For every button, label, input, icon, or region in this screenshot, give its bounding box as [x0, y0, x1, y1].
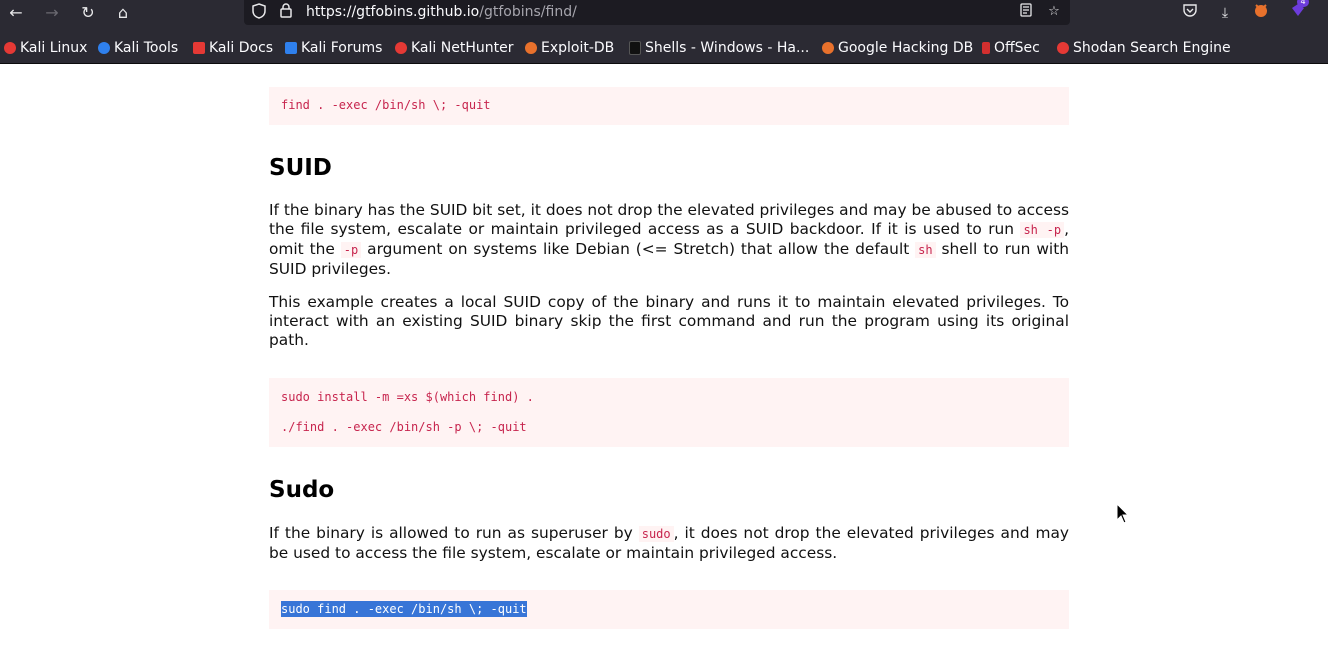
inline-code: sh -p	[1020, 222, 1065, 238]
kali-linux-icon	[4, 42, 16, 54]
shield-icon[interactable]	[250, 3, 268, 21]
kali-nethunter-icon	[395, 42, 407, 54]
bookmark-label: Kali NetHunter	[411, 40, 514, 56]
code-block-suid: sudo install -m =xs $(which find) . ./fi…	[269, 378, 1069, 447]
reload-icon[interactable]: ↻	[77, 2, 99, 24]
bookmark-star-icon[interactable]: ☆	[1045, 3, 1063, 21]
extension-fox-icon[interactable]	[1250, 2, 1272, 24]
bookmarks-bar: Kali Linux Kali Tools Kali Docs Kali For…	[0, 25, 1328, 64]
suid-paragraph-2: This example creates a local SUID copy o…	[269, 293, 1069, 349]
bookmark-label: Kali Linux	[20, 40, 88, 56]
kali-tools-icon	[98, 42, 110, 54]
bookmark-kali-docs[interactable]: Kali Docs	[193, 39, 273, 57]
suid-paragraph-1: If the binary has the SUID bit set, it d…	[269, 201, 1069, 279]
home-icon[interactable]: ⌂	[112, 2, 134, 24]
bookmark-label: OffSec	[994, 40, 1040, 56]
bookmark-kali-tools[interactable]: Kali Tools	[98, 39, 178, 57]
exploit-db-icon	[525, 42, 537, 54]
shodan-icon	[1057, 42, 1069, 54]
inline-code: sh	[915, 242, 936, 258]
pocket-icon[interactable]	[1179, 2, 1201, 24]
bookmark-kali-forums[interactable]: Kali Forums	[285, 39, 382, 57]
google-hacking-db-icon	[822, 42, 834, 54]
bookmark-kali-linux[interactable]: Kali Linux	[4, 39, 87, 57]
bookmark-label: Shodan Search Engine	[1073, 40, 1231, 56]
section-heading-suid: SUID	[269, 155, 332, 181]
bookmark-label: Kali Forums	[301, 40, 383, 56]
bookmark-kali-nethunter[interactable]: Kali NetHunter	[395, 39, 513, 57]
url-text[interactable]: https://gtfobins.github.io/gtfobins/find…	[306, 3, 577, 21]
sudo-paragraph: If the binary is allowed to run as super…	[269, 524, 1069, 563]
back-arrow-icon[interactable]: ←	[5, 2, 27, 24]
shells-windows-icon	[629, 41, 641, 55]
kali-forums-icon	[285, 42, 297, 54]
bookmark-label: Kali Tools	[114, 40, 179, 56]
url-path: /gtfobins/find/	[479, 4, 577, 20]
bookmark-shells-windows[interactable]: Shells - Windows - Ha...	[629, 39, 809, 57]
text: If the binary has the SUID bit set, it d…	[269, 201, 1069, 238]
section-heading-sudo: Sudo	[269, 477, 335, 503]
bookmark-google-hacking-db[interactable]: Google Hacking DB	[822, 39, 973, 57]
code-block-shell: find . -exec /bin/sh \; -quit	[269, 87, 1069, 125]
offsec-icon	[982, 42, 990, 54]
code-line: find . -exec /bin/sh \; -quit	[281, 98, 491, 112]
address-bar[interactable]: https://gtfobins.github.io/gtfobins/find…	[244, 0, 1070, 25]
downloads-icon[interactable]: ⤓	[1214, 2, 1236, 24]
code-block-sudo: sudo find . -exec /bin/sh \; -quit	[269, 590, 1069, 629]
bookmark-offsec[interactable]: OffSec	[982, 39, 1040, 57]
mouse-cursor-icon	[1116, 502, 1130, 525]
code-line: ./find . -exec /bin/sh -p \; -quit	[281, 420, 527, 434]
bookmark-label: Kali Docs	[209, 40, 274, 56]
bookmark-label: Exploit-DB	[541, 40, 615, 56]
code-line-selected[interactable]: sudo find . -exec /bin/sh \; -quit	[281, 601, 527, 617]
bookmark-shodan[interactable]: Shodan Search Engine	[1057, 39, 1231, 57]
kali-docs-icon	[193, 42, 205, 54]
reader-view-icon[interactable]	[1017, 3, 1035, 21]
bookmark-label: Google Hacking DB	[838, 40, 974, 56]
bookmark-label: Shells - Windows - Ha...	[645, 40, 810, 56]
browser-toolbar: ← → ↻ ⌂ https://gtfobins.github.io/gtfob…	[0, 0, 1328, 25]
forward-arrow-icon[interactable]: →	[41, 2, 63, 24]
inline-code: -p	[340, 242, 362, 258]
inline-code: sudo	[638, 526, 674, 542]
text: If the binary is allowed to run as super…	[269, 524, 639, 542]
code-line: sudo install -m =xs $(which find) .	[281, 390, 534, 404]
text: argument on systems like Debian (<= Stre…	[361, 240, 916, 258]
url-host: https://gtfobins.github.io	[306, 4, 480, 20]
bookmark-exploit-db[interactable]: Exploit-DB	[525, 39, 614, 57]
lock-icon[interactable]	[277, 3, 295, 21]
